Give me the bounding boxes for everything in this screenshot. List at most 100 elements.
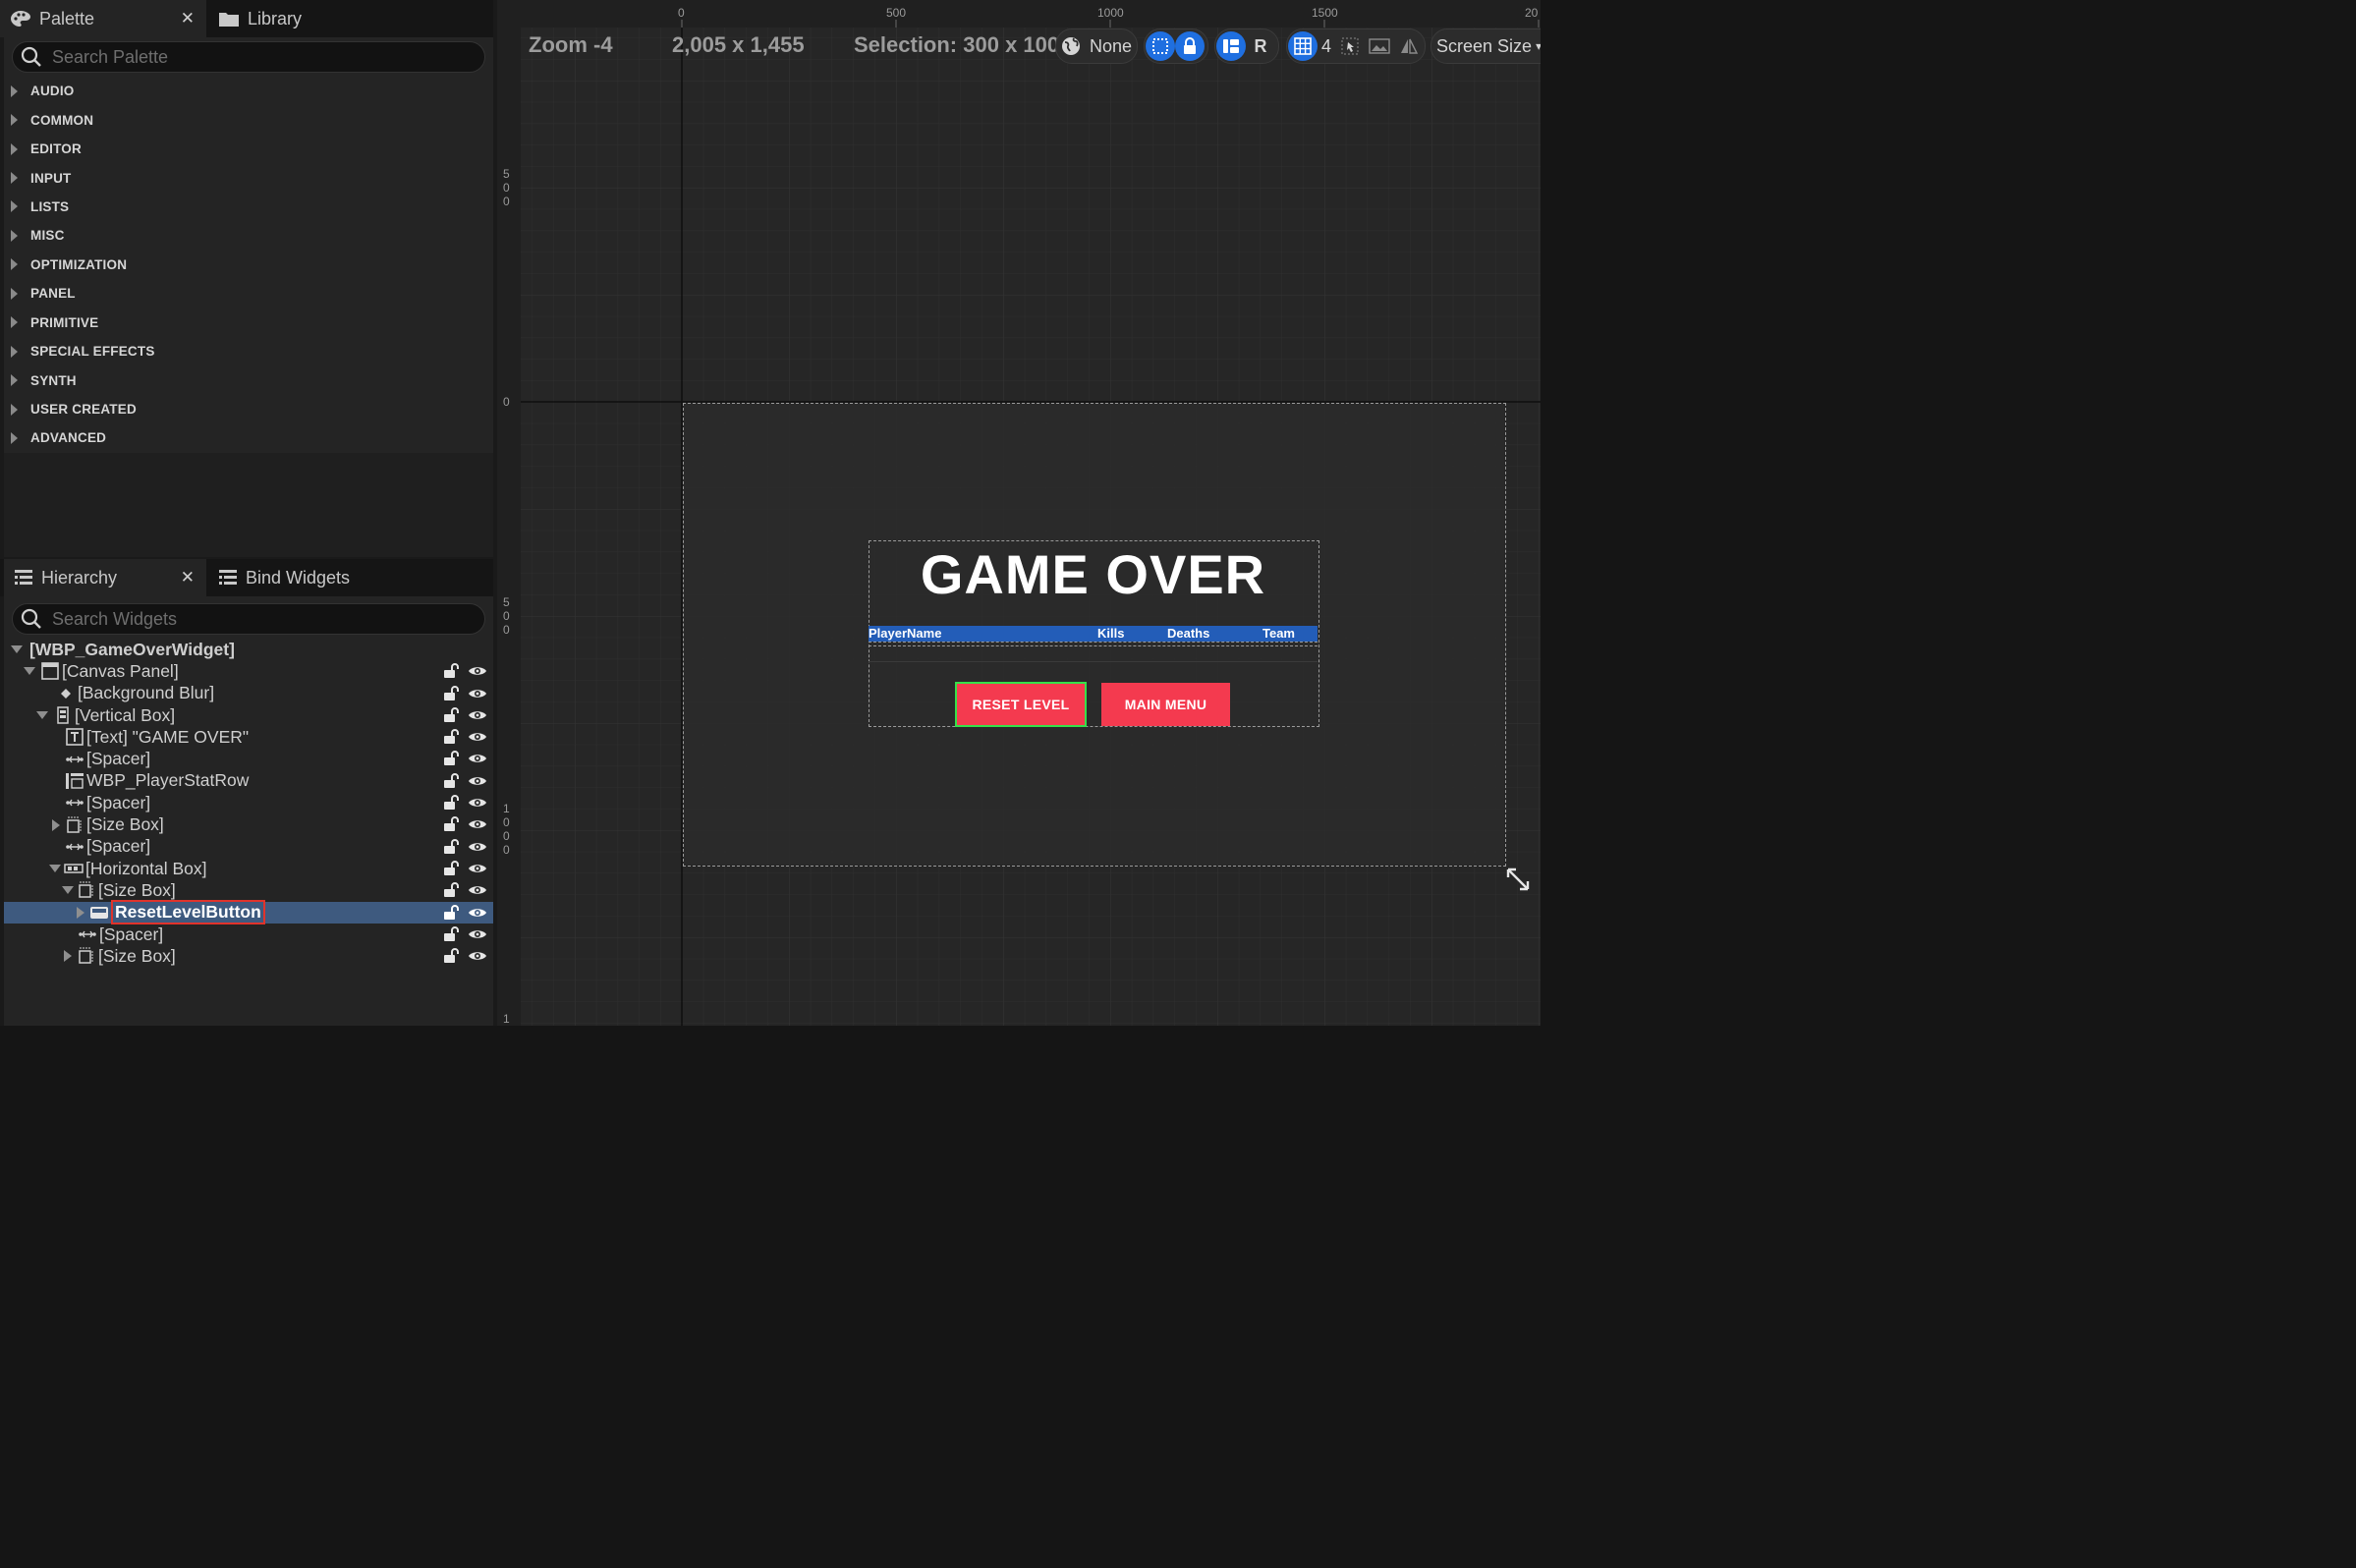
category-common[interactable]: COMMON [4,105,493,134]
eye-icon[interactable] [468,796,487,810]
unlock-icon[interactable] [443,772,461,789]
unlock-icon[interactable] [443,663,461,679]
r-button[interactable]: R [1246,31,1275,61]
spacer-outline [869,642,1318,646]
category-editor[interactable]: EDITOR [4,135,493,163]
tree-item-spacer[interactable]: [Spacer] [4,792,493,813]
search-icon [21,46,41,67]
expand-arrow-icon[interactable] [61,949,75,963]
tree-item-player-stat-row[interactable]: WBP_PlayerStatRow [4,770,493,792]
collapse-arrow-icon[interactable] [23,664,36,678]
eye-icon[interactable] [468,927,487,941]
image-icon[interactable] [1365,31,1394,61]
main-menu-button[interactable]: MAIN MENU [1101,683,1230,726]
reset-level-button[interactable]: RESET LEVEL [955,682,1087,727]
eye-icon[interactable] [468,949,487,963]
unlock-icon[interactable] [443,706,461,723]
tree-item-spacer[interactable]: [Spacer] [4,836,493,858]
tree-item-size-box[interactable]: [Size Box] [4,879,493,901]
category-optimization[interactable]: OPTIMIZATION [4,251,493,279]
category-synth[interactable]: SYNTH [4,365,493,394]
category-panel[interactable]: PANEL [4,279,493,308]
expand-arrow-icon [11,431,18,444]
palette-panel: AUDIO COMMON EDITOR INPUT LISTS MISC OPT… [4,37,493,453]
expand-arrow-icon [11,172,18,185]
lock-icon[interactable] [1175,31,1205,61]
stat-header-kills: Kills [1097,626,1125,641]
tree-item-canvas-panel[interactable]: [Canvas Panel] [4,660,493,682]
unlock-icon[interactable] [443,925,461,942]
tree-item-reset-level-button[interactable]: ResetLevelButton [4,900,493,925]
collapse-arrow-icon[interactable] [10,643,24,656]
category-special-effects[interactable]: SPECIAL EFFECTS [4,337,493,365]
category-label: USER CREATED [30,402,137,418]
palette-search-box[interactable] [12,41,485,73]
unlock-icon[interactable] [443,751,461,766]
unlock-icon[interactable] [443,861,461,876]
hierarchy-search-input[interactable] [50,607,447,631]
tree-item-vertical-box[interactable]: [Vertical Box] [4,704,493,726]
tree-item-background-blur[interactable]: [Background Blur] [4,683,493,704]
category-lists[interactable]: LISTS [4,193,493,221]
eye-icon[interactable] [468,862,487,875]
designer-viewport[interactable]: 0 500 1000 1500 20 500 0 500 1000 1 Zoom… [497,0,1541,1026]
close-icon[interactable]: ✕ [181,9,195,28]
dashed-rect-icon[interactable] [1146,31,1175,61]
screen-size-dropdown[interactable]: Screen Size ▾ [1430,28,1541,64]
category-advanced[interactable]: ADVANCED [4,423,493,452]
tree-item-horizontal-box[interactable]: [Horizontal Box] [4,858,493,879]
unlock-icon[interactable] [443,685,461,701]
palette-search-input[interactable] [50,45,447,69]
tree-item-size-box[interactable]: [Size Box] [4,945,493,967]
category-label: COMMON [30,112,94,128]
tree-item-size-box[interactable]: [Size Box] [4,813,493,835]
category-user-created[interactable]: USER CREATED [4,395,493,423]
tree-item-text-game-over[interactable]: [Text] "GAME OVER" [4,726,493,748]
eye-icon[interactable] [468,687,487,700]
tree-item-spacer[interactable]: [Spacer] [4,924,493,945]
tab-bind-widgets[interactable]: Bind Widgets [208,559,405,596]
tree-item-spacer[interactable]: [Spacer] [4,748,493,769]
expand-arrow-icon[interactable] [49,818,63,832]
tree-root[interactable]: [WBP_GameOverWidget] [4,639,493,660]
resize-handle-icon[interactable] [1505,867,1531,892]
eye-icon[interactable] [468,906,487,920]
layout-icon[interactable] [1216,31,1246,61]
hierarchy-search-box[interactable] [12,603,485,635]
unlock-icon[interactable] [443,729,461,745]
unlock-icon[interactable] [443,795,461,811]
unlock-icon[interactable] [443,838,461,855]
collapse-arrow-icon[interactable] [61,883,75,897]
category-primitive[interactable]: PRIMITIVE [4,308,493,337]
category-input[interactable]: INPUT [4,163,493,192]
localization-dropdown[interactable]: None [1055,28,1138,64]
eye-icon[interactable] [468,752,487,765]
eye-icon[interactable] [468,817,487,831]
category-misc[interactable]: MISC [4,221,493,250]
expand-arrow-icon [11,258,18,271]
eye-icon[interactable] [468,774,487,788]
collapse-arrow-icon[interactable] [48,862,62,875]
flip-icon[interactable] [1394,31,1424,61]
unlock-icon[interactable] [443,882,461,898]
grid-snap-value[interactable]: 4 [1321,36,1331,57]
tab-palette[interactable]: Palette ✕ [0,0,206,37]
expand-arrow-icon[interactable] [74,906,87,920]
eye-icon[interactable] [468,730,487,744]
resolution-readout: 2,005 x 1,455 [672,32,805,57]
tab-hierarchy[interactable]: Hierarchy ✕ [4,559,206,596]
collapse-arrow-icon[interactable] [35,708,49,722]
eye-icon[interactable] [468,708,487,722]
eye-icon[interactable] [468,664,487,678]
unlock-icon[interactable] [443,904,461,921]
eye-icon[interactable] [468,883,487,897]
category-audio[interactable]: AUDIO [4,77,493,105]
unlock-icon[interactable] [443,948,461,964]
close-icon[interactable]: ✕ [181,568,195,588]
unlock-icon[interactable] [443,816,461,832]
eye-icon[interactable] [468,840,487,854]
category-label: OPTIMIZATION [30,256,128,272]
grid-icon[interactable] [1288,31,1318,61]
tab-library[interactable]: Library [208,0,405,37]
pointer-icon[interactable] [1335,31,1365,61]
